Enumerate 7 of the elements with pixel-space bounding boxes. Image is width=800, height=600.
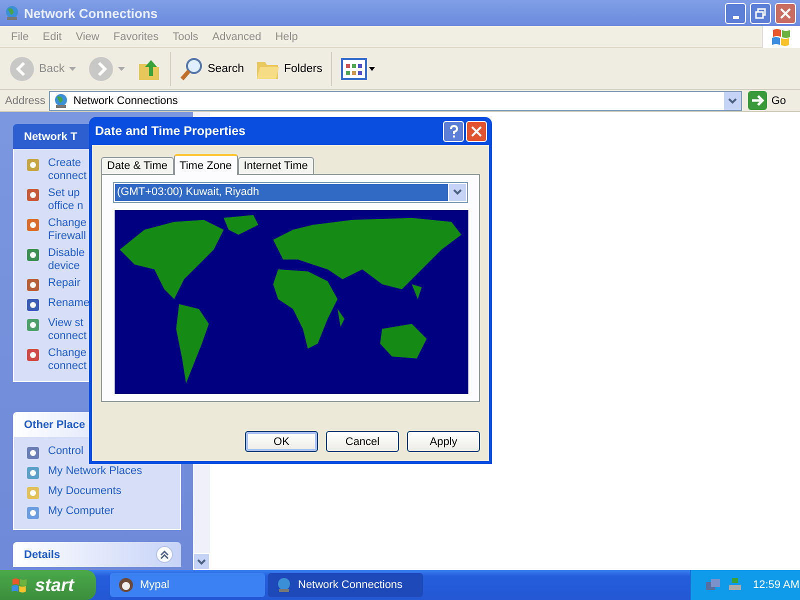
clock: 12:59 AM xyxy=(753,579,800,591)
panel-title: Other Place xyxy=(24,418,86,430)
panel-title: Details xyxy=(24,548,60,560)
address-label: Address xyxy=(5,94,46,106)
window-title: Network Connections xyxy=(24,6,159,20)
dialog-title: Date and Time Properties xyxy=(95,124,247,138)
panel-title: Network T xyxy=(24,130,78,142)
